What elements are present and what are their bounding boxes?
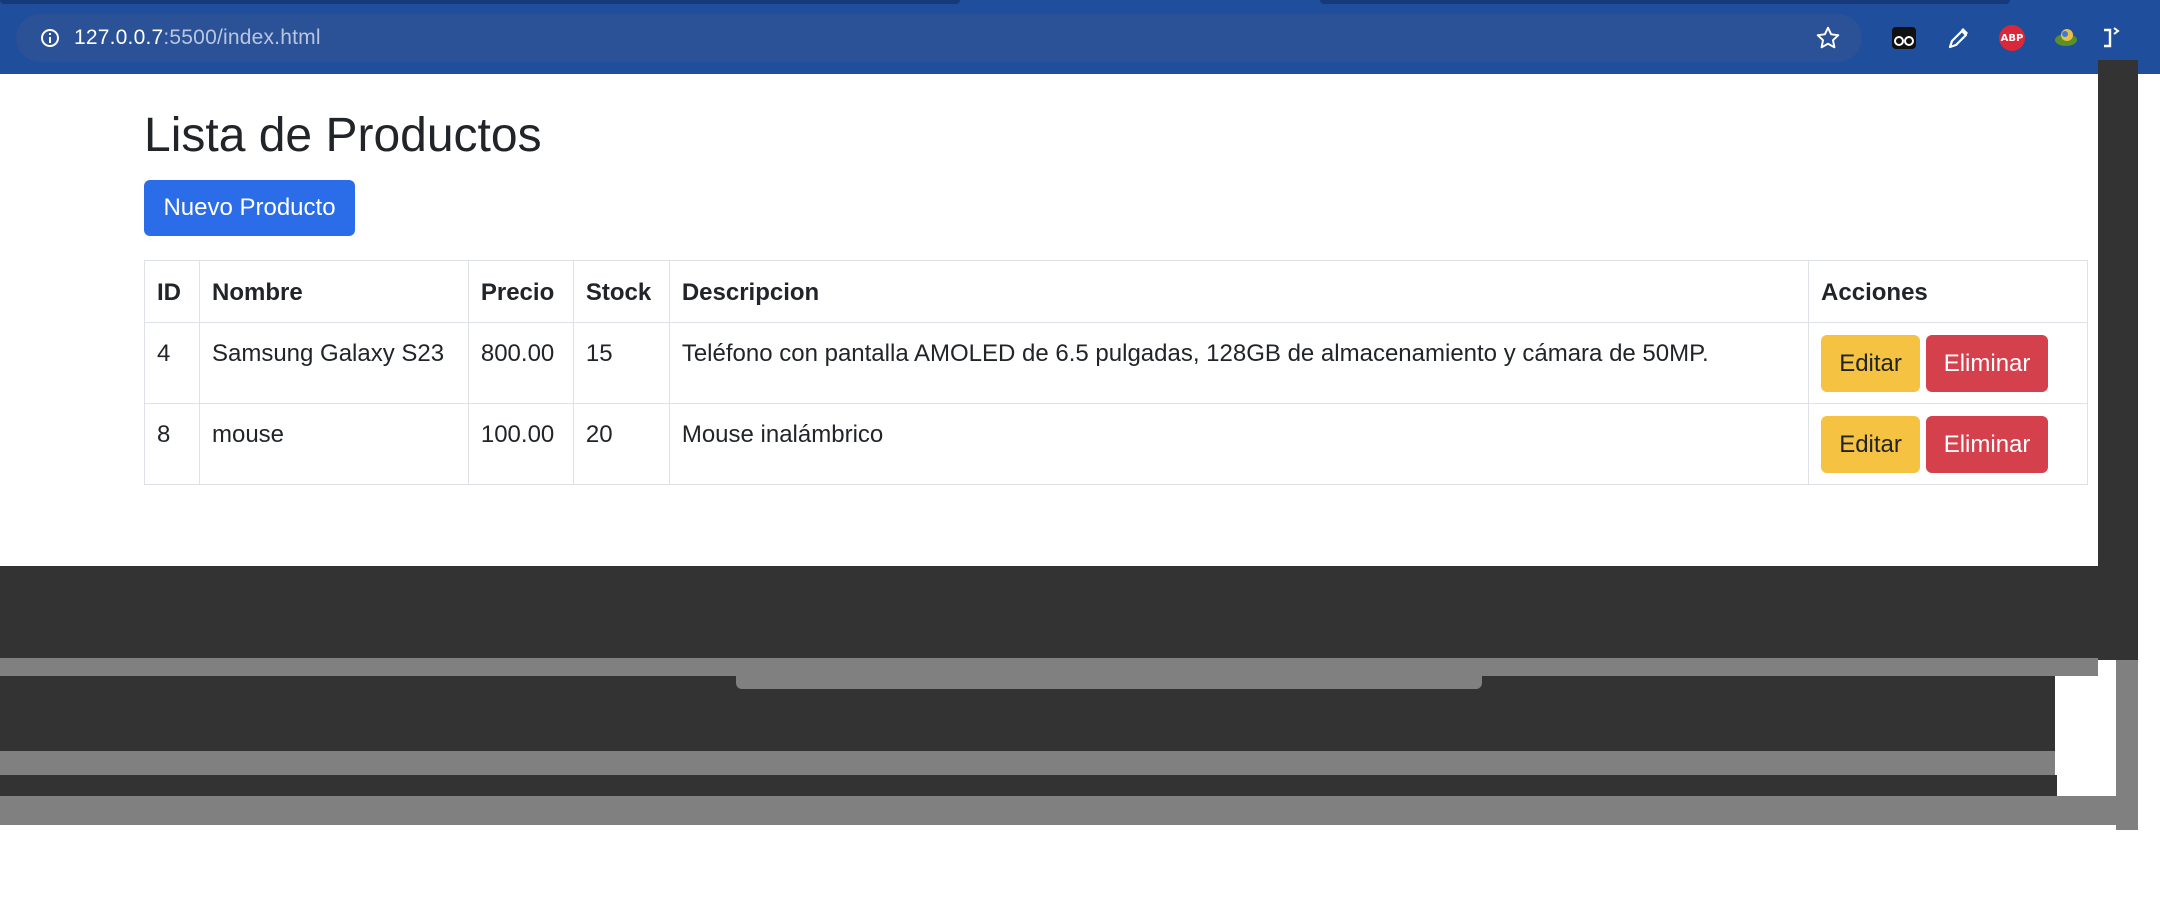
header-acciones: Acciones <box>1808 260 2088 323</box>
eyedropper-icon[interactable] <box>1942 22 1974 54</box>
cell-nombre: Samsung Galaxy S23 <box>198 322 469 404</box>
reader-icon[interactable] <box>1888 22 1920 54</box>
adblock-plus-icon[interactable]: ABP <box>1996 22 2028 54</box>
bookmark-star-icon[interactable] <box>1814 24 1842 52</box>
url-host: 127.0.0.7 <box>74 26 164 49</box>
background-window <box>0 775 2057 796</box>
cell-acciones: Editar Eliminar <box>1808 403 2088 485</box>
abp-label: ABP <box>1999 25 2025 51</box>
new-product-button[interactable]: Nuevo Producto <box>144 180 355 236</box>
extension-icon[interactable] <box>2050 22 2082 54</box>
header-nombre: Nombre <box>198 260 469 323</box>
cell-stock: 15 <box>572 322 670 404</box>
address-bar[interactable]: 127.0.0.7:5500/index.html <box>16 14 1862 62</box>
cell-id: 8 <box>144 403 200 485</box>
background-window-edge <box>0 751 2055 775</box>
url-path: :5500/index.html <box>163 26 321 49</box>
cell-id: 4 <box>144 322 200 404</box>
tab[interactable] <box>0 0 960 4</box>
scrollbar-thumb[interactable] <box>736 674 1482 689</box>
cell-nombre: mouse <box>198 403 469 485</box>
cell-descripcion: Teléfono con pantalla AMOLED de 6.5 pulg… <box>668 322 1810 404</box>
url-text[interactable]: 127.0.0.7:5500/index.html <box>74 26 321 50</box>
cell-precio: 800.00 <box>467 322 574 404</box>
products-table: ID Nombre Precio Stock Descripcion Accio… <box>144 260 2088 485</box>
cell-stock: 20 <box>572 403 670 485</box>
cell-descripcion: Mouse inalámbrico <box>668 403 1810 485</box>
cell-acciones: Editar Eliminar <box>1808 322 2088 404</box>
page-title: Lista de Productos <box>144 109 542 162</box>
table-row: 4 Samsung Galaxy S23 800.00 15 Teléfono … <box>144 322 2088 404</box>
delete-button[interactable]: Eliminar <box>1926 416 2049 473</box>
tab-strip <box>0 0 2160 12</box>
table-header-row: ID Nombre Precio Stock Descripcion Accio… <box>144 260 2088 323</box>
header-descripcion: Descripcion <box>668 260 1810 323</box>
delete-button[interactable]: Eliminar <box>1926 335 2049 392</box>
site-info-icon[interactable] <box>26 14 74 62</box>
page-viewport: Lista de Productos Nuevo Producto ID Nom… <box>0 74 2098 566</box>
background-window <box>0 566 2116 658</box>
edit-button[interactable]: Editar <box>1821 335 1921 392</box>
header-id: ID <box>144 260 200 323</box>
tab[interactable] <box>1320 0 2010 4</box>
browser-toolbar: 127.0.0.7:5500/index.html ABP <box>0 0 2160 74</box>
header-precio: Precio <box>467 260 574 323</box>
table-row: 8 mouse 100.00 20 Mouse inalámbrico Edit… <box>144 403 2088 485</box>
side-panel-icon[interactable] <box>2094 22 2126 54</box>
background-window-edge <box>0 796 2138 825</box>
edit-button[interactable]: Editar <box>1821 416 1921 473</box>
cell-precio: 100.00 <box>467 403 574 485</box>
header-stock: Stock <box>572 260 670 323</box>
